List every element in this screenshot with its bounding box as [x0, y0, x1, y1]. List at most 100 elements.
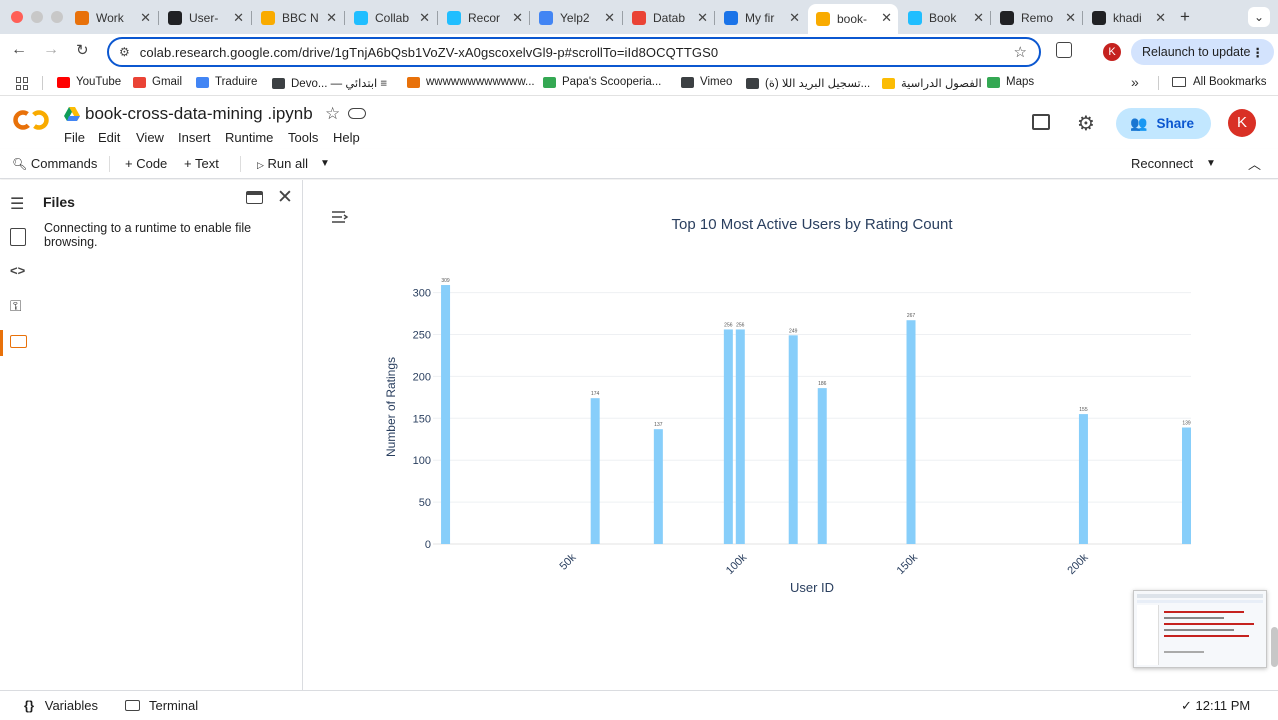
bookmark-item[interactable]: Maps — [987, 76, 1034, 88]
all-bookmarks-button[interactable]: All Bookmarks — [1172, 76, 1267, 88]
runtime-status[interactable]: ✓ 12:11 PM — [1181, 698, 1250, 714]
variables-button[interactable]: {} Variables — [24, 698, 98, 713]
add-code-button[interactable]: + Code — [125, 156, 167, 171]
bookmark-label: wwwwwwwwwwww... — [426, 76, 535, 88]
side-rail: ☰ <> ⚿ — [0, 180, 36, 690]
bookmark-item[interactable]: Papa's Scooperia... — [543, 76, 661, 88]
browser-tab[interactable]: Work ✕ — [67, 4, 157, 32]
browser-tab[interactable]: book- ✕ — [808, 4, 898, 34]
close-tab-icon[interactable]: ✕ — [973, 10, 984, 26]
bookmark-favicon — [133, 76, 146, 88]
browser-tab[interactable]: Book ✕ — [900, 4, 990, 32]
close-tab-icon[interactable]: ✕ — [512, 10, 523, 26]
bookmark-item[interactable]: Gmail — [133, 76, 182, 88]
close-tab-icon[interactable]: ✕ — [881, 10, 892, 26]
close-tab-icon[interactable]: ✕ — [1155, 10, 1166, 26]
run-all-dropdown-icon[interactable]: ▼ — [320, 158, 330, 169]
settings-gear-icon[interactable]: ⚙ — [1077, 111, 1095, 136]
browser-tab[interactable]: My fir ✕ — [716, 4, 806, 32]
y-axis-title: Number of Ratings — [384, 357, 398, 457]
comments-icon[interactable] — [1032, 114, 1050, 130]
files-folder-icon[interactable] — [10, 335, 27, 348]
table-of-contents-icon[interactable]: ☰ — [10, 194, 24, 214]
add-text-button[interactable]: + Text — [184, 156, 219, 171]
tab-title: Recor — [468, 11, 501, 25]
browser-tab[interactable]: khadi ✕ — [1084, 4, 1172, 32]
minimize-window-button[interactable] — [31, 11, 43, 23]
browser-tab[interactable]: Datab ✕ — [624, 4, 714, 32]
close-panel-icon[interactable]: ✕ — [277, 186, 293, 209]
back-icon[interactable]: ← — [11, 41, 27, 59]
bookmark-favicon — [543, 76, 556, 88]
forward-icon[interactable]: → — [43, 41, 59, 59]
runtime-dropdown-icon[interactable]: ▼ — [1206, 158, 1216, 169]
bookmark-label: Papa's Scooperia... — [562, 76, 662, 88]
more-bookmarks-button[interactable]: » — [1131, 74, 1139, 90]
browser-tab[interactable]: User- ✕ — [160, 4, 250, 32]
bookmark-item[interactable]: الفصول الدراسية — [882, 76, 982, 90]
bookmark-item[interactable]: Devo... — ابتدائي ≡ — [272, 76, 387, 90]
browser-tab[interactable]: Yelp2 ✕ — [531, 4, 621, 32]
run-all-button[interactable]: ▷ Run all — [257, 156, 308, 171]
close-tab-icon[interactable]: ✕ — [326, 10, 337, 26]
bookmark-item[interactable]: (ة) تسجيل البريد اللا... — [746, 76, 870, 90]
minimap-thumbnail[interactable] — [1133, 590, 1267, 668]
menu-file[interactable]: File — [64, 130, 85, 145]
bookmark-item[interactable]: YouTube — [57, 76, 121, 88]
browser-tab[interactable]: Recor ✕ — [439, 4, 529, 32]
close-tab-icon[interactable]: ✕ — [140, 10, 151, 26]
close-tab-icon[interactable]: ✕ — [419, 10, 430, 26]
output-options-icon[interactable] — [331, 210, 349, 224]
bookmark-star-icon[interactable]: ☆ — [1014, 43, 1027, 61]
bookmark-item[interactable]: Vimeo — [681, 76, 732, 88]
browser-tab[interactable]: Collab ✕ — [346, 4, 436, 32]
secrets-key-icon[interactable]: ⚿ — [10, 298, 21, 315]
close-window-button[interactable] — [11, 11, 23, 23]
reload-icon[interactable]: ↻ — [76, 41, 89, 59]
commands-button[interactable]: 🔍︎ Commands — [12, 156, 97, 171]
relaunch-button[interactable]: Relaunch to update ⋮ — [1131, 39, 1274, 65]
close-tab-icon[interactable]: ✕ — [233, 10, 244, 26]
y-tick-label: 200 — [413, 371, 431, 383]
find-replace-icon[interactable] — [10, 228, 26, 246]
more-vert-icon[interactable]: ⋮ — [1252, 45, 1265, 60]
tab-search-icon[interactable]: ⌄ — [1248, 7, 1270, 27]
menu-tools[interactable]: Tools — [288, 130, 318, 145]
open-in-tab-icon[interactable] — [246, 191, 263, 204]
github-icon — [1092, 11, 1106, 25]
reconnect-button[interactable]: Reconnect — [1131, 156, 1193, 171]
share-button[interactable]: 👥 Share — [1116, 108, 1211, 139]
bookmark-favicon — [407, 76, 420, 88]
bookmark-label: Gmail — [152, 76, 183, 88]
new-tab-button[interactable]: + — [1180, 7, 1190, 27]
browser-tab[interactable]: Remo ✕ — [992, 4, 1082, 32]
star-notebook-icon[interactable]: ☆ — [325, 104, 340, 124]
close-tab-icon[interactable]: ✕ — [789, 10, 800, 26]
close-tab-icon[interactable]: ✕ — [604, 10, 615, 26]
menu-edit[interactable]: Edit — [98, 130, 120, 145]
profile-avatar[interactable]: K — [1103, 43, 1121, 61]
menu-insert[interactable]: Insert — [178, 130, 211, 145]
address-bar[interactable]: ⚙ colab.research.google.com/drive/1gTnjA… — [107, 37, 1041, 67]
bookmark-item[interactable]: Traduire — [196, 76, 257, 88]
terminal-button[interactable]: Terminal — [125, 698, 198, 713]
browser-tab[interactable]: BBC N ✕ — [253, 4, 343, 32]
menu-view[interactable]: View — [136, 130, 164, 145]
notebook-title[interactable]: book-cross-data-mining .ipynb — [85, 104, 313, 124]
account-avatar[interactable]: K — [1228, 109, 1256, 137]
colab-logo-icon[interactable] — [13, 109, 49, 131]
menu-help[interactable]: Help — [333, 130, 360, 145]
collapse-header-icon[interactable]: ︿ — [1248, 154, 1261, 173]
openai-icon — [168, 11, 182, 25]
bookmark-item[interactable]: wwwwwwwwwwww... — [407, 76, 535, 88]
menu-runtime[interactable]: Runtime — [225, 130, 273, 145]
close-tab-icon[interactable]: ✕ — [697, 10, 708, 26]
code-snippets-icon[interactable]: <> — [10, 263, 25, 278]
apps-grid-icon[interactable] — [16, 77, 29, 90]
site-info-icon[interactable]: ⚙ — [119, 45, 130, 59]
vertical-scrollbar[interactable] — [1271, 627, 1278, 667]
extensions-icon[interactable] — [1056, 42, 1072, 58]
close-tab-icon[interactable]: ✕ — [1065, 10, 1076, 26]
zoom-window-button[interactable] — [51, 11, 63, 23]
status-time: 12:11 PM — [1195, 698, 1251, 713]
